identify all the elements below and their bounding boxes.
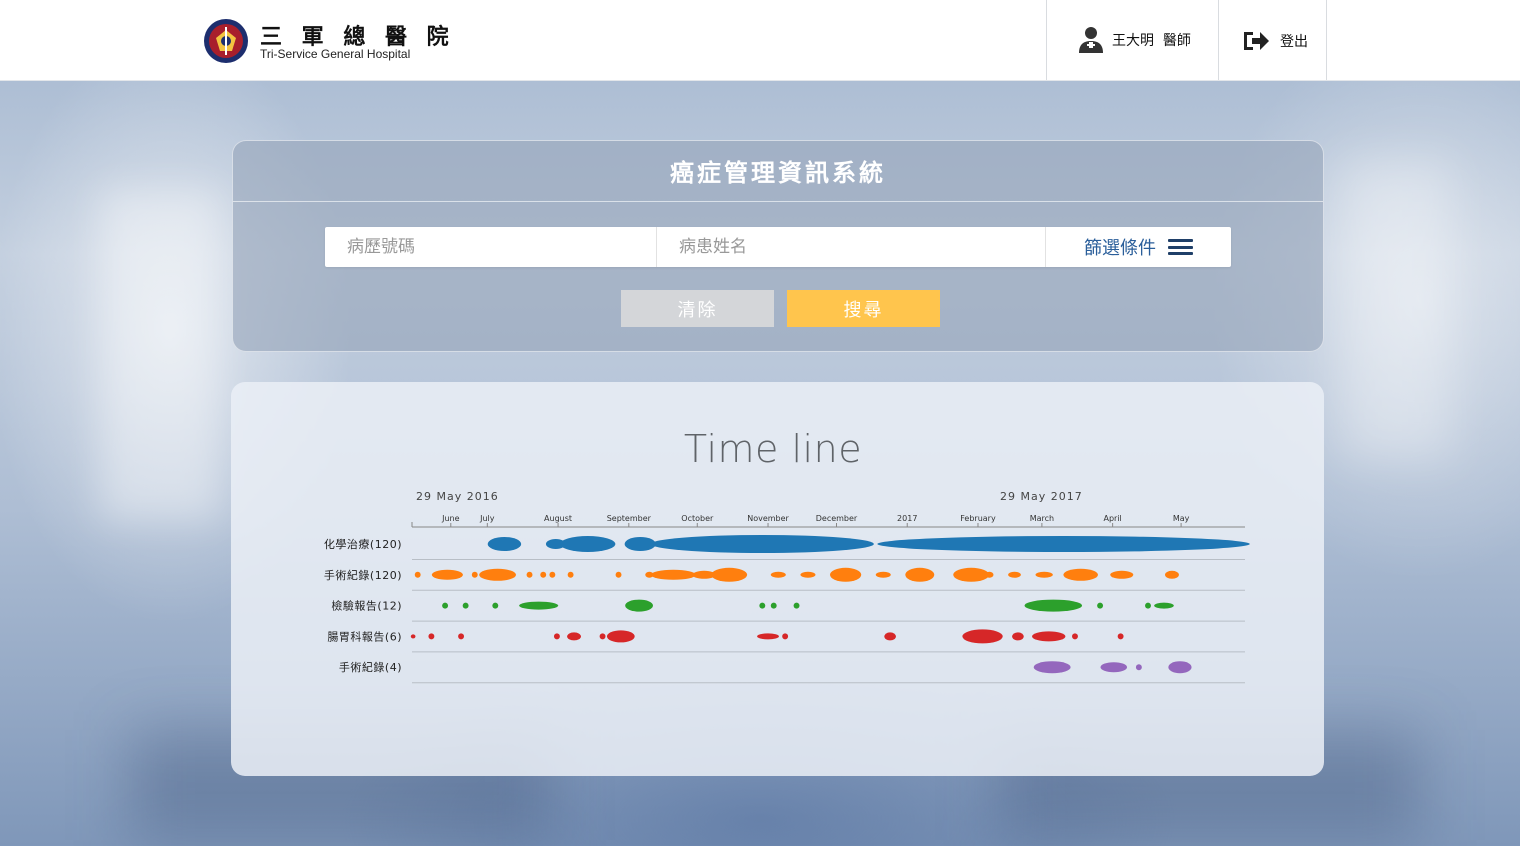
timeline-event xyxy=(442,602,449,609)
timeline-event xyxy=(540,571,547,578)
row-label: 檢驗報告(12) xyxy=(331,599,402,613)
timeline-event xyxy=(650,535,874,553)
timeline-event xyxy=(479,568,517,581)
timeline-event xyxy=(905,567,935,582)
timeline-event xyxy=(458,633,465,640)
x-tick-label: May xyxy=(1173,514,1190,523)
timeline-event xyxy=(471,571,478,578)
x-tick-label: December xyxy=(816,514,858,523)
timeline-event xyxy=(1072,633,1078,640)
timeline-event xyxy=(1168,661,1192,674)
mid-date-label: 29 May 2017 xyxy=(1000,490,1083,503)
timeline-event xyxy=(599,633,606,640)
timeline-event xyxy=(414,571,421,578)
timeline-event xyxy=(1024,599,1082,612)
timeline-event xyxy=(487,537,522,551)
timeline-event xyxy=(1008,571,1021,578)
timeline-event xyxy=(650,569,696,580)
timeline-event xyxy=(567,571,574,578)
timeline-event xyxy=(1100,662,1128,673)
timeline-event xyxy=(1154,602,1174,609)
timeline-event xyxy=(549,571,556,578)
timeline-event xyxy=(1135,664,1142,671)
row-label: 手術紀錄(120) xyxy=(324,568,402,582)
start-date-label: 29 May 2016 xyxy=(416,490,499,503)
timeline-event xyxy=(625,599,653,612)
timeline-event xyxy=(431,569,463,580)
timeline-event xyxy=(1117,633,1124,640)
timeline-event xyxy=(1063,568,1098,581)
timeline-event xyxy=(1012,632,1024,641)
x-tick-label: July xyxy=(479,514,495,523)
timeline-event xyxy=(1035,571,1053,578)
timeline-event xyxy=(462,602,469,609)
timeline-event xyxy=(1145,602,1151,609)
row-label: 化學治療(120) xyxy=(324,537,402,551)
timeline-event xyxy=(800,571,816,578)
timeline-event xyxy=(830,567,862,582)
timeline-event xyxy=(770,571,786,578)
timeline-event xyxy=(953,567,990,582)
timeline-event xyxy=(615,571,622,578)
timeline-event xyxy=(410,634,416,639)
x-tick-label: March xyxy=(1030,514,1054,523)
timeline-event xyxy=(759,602,766,609)
timeline-event xyxy=(770,602,777,609)
timeline-event xyxy=(985,571,994,578)
row-label: 手術紀錄(4) xyxy=(339,660,402,674)
timeline-event xyxy=(560,536,616,552)
timeline-event xyxy=(1165,570,1179,579)
timeline-event xyxy=(793,602,800,609)
timeline-event xyxy=(875,571,891,578)
x-tick-label: April xyxy=(1103,514,1121,523)
timeline-event xyxy=(962,629,1003,644)
x-tick-label: 2017 xyxy=(897,514,917,523)
timeline-event xyxy=(1097,602,1104,609)
timeline-event xyxy=(492,602,499,609)
timeline-chart: 29 May 2016 29 May 2017 June July August Sept… xyxy=(324,490,1250,684)
timeline-event xyxy=(711,567,748,582)
timeline-event xyxy=(567,632,582,641)
timeline-event xyxy=(1032,631,1066,642)
x-tick-label: September xyxy=(607,514,652,523)
timeline-event xyxy=(428,633,435,640)
timeline-event xyxy=(519,601,559,610)
timeline-event xyxy=(526,571,533,578)
timeline-event xyxy=(1033,661,1071,674)
x-tick-label: February xyxy=(960,514,996,523)
timeline-event xyxy=(757,633,779,640)
timeline-event xyxy=(1110,570,1134,579)
x-tick-label: November xyxy=(747,514,789,523)
timeline-event xyxy=(884,632,896,641)
timeline-event xyxy=(606,630,635,643)
row-label: 腸胃科報告(6) xyxy=(327,629,402,643)
timeline-event xyxy=(877,536,1250,552)
x-tick-label: October xyxy=(681,514,714,523)
x-tick-label: June xyxy=(441,514,460,523)
timeline-event xyxy=(553,633,560,640)
x-tick-label: August xyxy=(544,514,572,523)
timeline-event xyxy=(782,633,789,640)
